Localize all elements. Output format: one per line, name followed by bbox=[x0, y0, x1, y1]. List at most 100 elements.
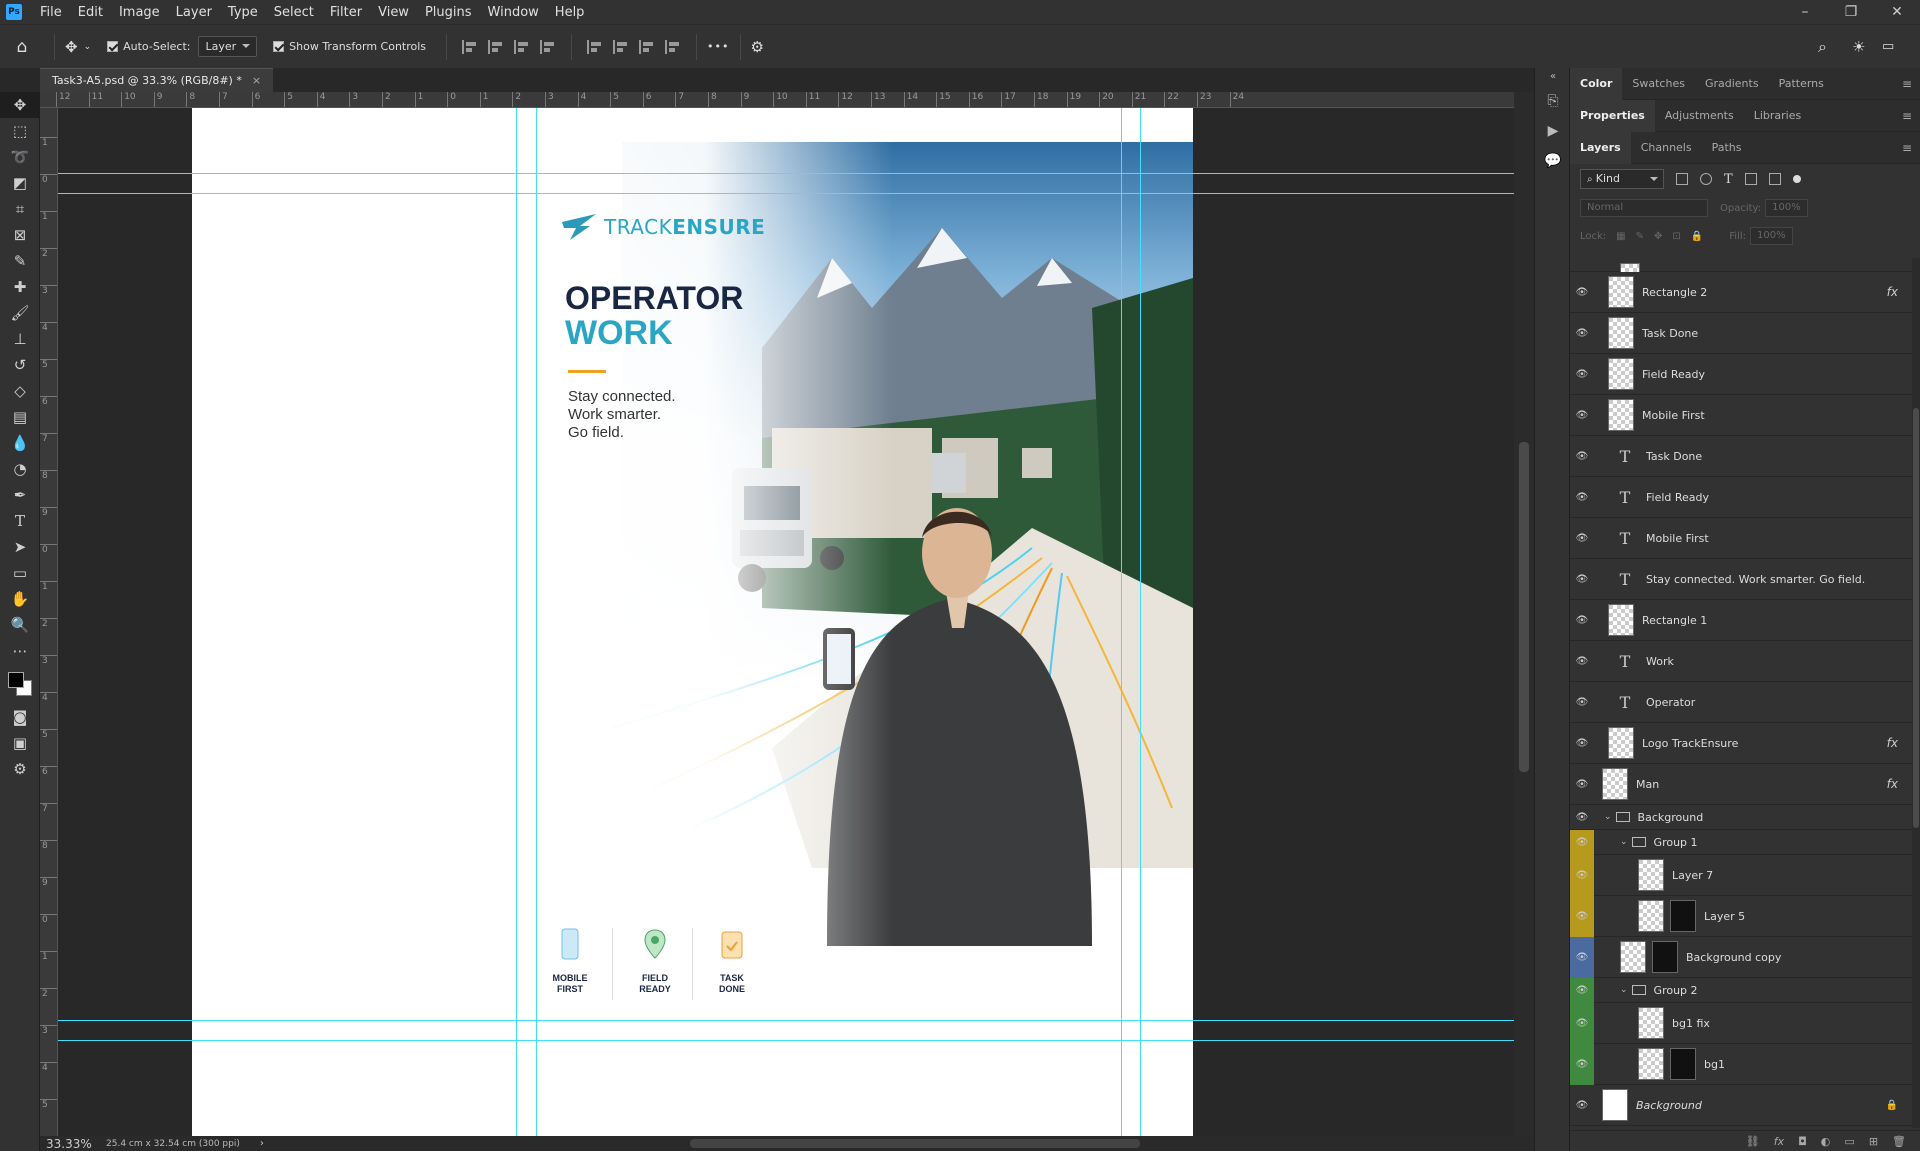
guide-horizontal[interactable] bbox=[58, 193, 1514, 194]
menu-help[interactable]: Help bbox=[547, 5, 593, 20]
layer-name[interactable]: Background bbox=[1636, 1099, 1702, 1112]
restore-button[interactable]: ❐ bbox=[1828, 0, 1874, 24]
move-tool-icon[interactable]: ✥ bbox=[0, 92, 40, 118]
guide-horizontal[interactable] bbox=[58, 1020, 1514, 1021]
align-center-icon[interactable] bbox=[488, 39, 504, 54]
document-tab[interactable]: Task3-A5.psd @ 33.3% (RGB/8#) * × bbox=[40, 68, 274, 92]
path-select-icon[interactable]: ➤ bbox=[0, 534, 40, 560]
artboard[interactable]: TRACKENSURE OPERATOR WORK Stay connected… bbox=[192, 108, 1193, 1136]
foreground-color-swatch[interactable] bbox=[8, 672, 24, 688]
layer-name[interactable]: Background copy bbox=[1686, 951, 1781, 964]
auto-select-target-dropdown[interactable]: Layer bbox=[198, 36, 258, 57]
visibility-eye-icon[interactable]: 👁 bbox=[1570, 395, 1594, 436]
visibility-eye-icon[interactable]: 👁 bbox=[1570, 895, 1594, 937]
guide-horizontal[interactable] bbox=[58, 173, 1514, 174]
ruler-horizontal[interactable]: 12 11 10 9 8 7 6 5 4 3 2 1 0 1 2 3 4 5 6 7 8 9 10 11 12 13 14 15 16 1… bbox=[40, 92, 1534, 108]
gear-icon[interactable]: ⚙ bbox=[751, 38, 764, 56]
layer-row[interactable]: 👁 ⌄ Background bbox=[1570, 805, 1912, 830]
layer-row[interactable]: 👁 T Work bbox=[1570, 641, 1912, 682]
visibility-eye-icon[interactable]: 👁 bbox=[1570, 272, 1594, 313]
layer-mask-thumbnail[interactable] bbox=[1652, 941, 1678, 973]
workspace-icon[interactable]: ▭ bbox=[1882, 39, 1894, 54]
chevron-down-icon[interactable]: ⌄ bbox=[1620, 985, 1628, 995]
zoom-level[interactable]: 33.33% bbox=[40, 1137, 96, 1151]
rectangle-tool-icon[interactable]: ▭ bbox=[0, 560, 40, 586]
align-right-icon[interactable] bbox=[514, 39, 530, 54]
chevron-down-icon[interactable]: ⌄ bbox=[1620, 837, 1628, 847]
minimize-button[interactable]: – bbox=[1782, 0, 1828, 24]
history-brush-icon[interactable]: ↺ bbox=[0, 352, 40, 378]
layer-row[interactable]: 👁 ⌄ Group 1 bbox=[1570, 829, 1912, 855]
layer-effects-icon[interactable]: fx bbox=[1887, 285, 1898, 299]
layer-name[interactable]: Mobile First bbox=[1642, 409, 1705, 422]
tab-gradients[interactable]: Gradients bbox=[1695, 68, 1769, 100]
tab-channels[interactable]: Channels bbox=[1631, 132, 1702, 164]
chevron-down-icon[interactable]: ⌄ bbox=[84, 42, 92, 52]
collapse-icon[interactable]: « bbox=[1535, 68, 1571, 86]
layer-name[interactable]: Layer 7 bbox=[1672, 869, 1713, 882]
home-icon[interactable]: ⌂ bbox=[0, 37, 44, 57]
layer-name[interactable]: Field Ready bbox=[1642, 368, 1705, 381]
healing-brush-icon[interactable]: ✚ bbox=[0, 274, 40, 300]
scrollbar-thumb[interactable] bbox=[1519, 442, 1529, 772]
lasso-tool-icon[interactable]: ➰ bbox=[0, 144, 40, 170]
gradient-tool-icon[interactable]: ▤ bbox=[0, 404, 40, 430]
edit-toolbar-icon[interactable]: ⚙ bbox=[0, 756, 40, 782]
fx-icon[interactable]: fx bbox=[1774, 1135, 1784, 1148]
blend-mode-dropdown[interactable]: Normal bbox=[1580, 199, 1708, 217]
visibility-eye-icon[interactable]: 👁 bbox=[1570, 805, 1594, 830]
layer-row[interactable]: 👁 Mobile First bbox=[1570, 395, 1912, 436]
panel-menu-icon[interactable]: ≡ bbox=[1902, 77, 1912, 91]
visibility-eye-icon[interactable]: 👁 bbox=[1570, 477, 1594, 518]
guide-vertical[interactable] bbox=[1121, 108, 1122, 1136]
layer-name[interactable]: Group 2 bbox=[1654, 984, 1698, 997]
layer-row[interactable]: 👁 T Task Done bbox=[1570, 436, 1912, 477]
document-info[interactable]: 25.4 cm x 32.54 cm (300 ppi) bbox=[96, 1139, 240, 1149]
layer-name[interactable]: Operator bbox=[1646, 696, 1695, 709]
pen-tool-icon[interactable]: ✒ bbox=[0, 482, 40, 508]
menu-layer[interactable]: Layer bbox=[168, 5, 220, 20]
layer-mask-thumbnail[interactable] bbox=[1670, 900, 1696, 932]
layer-row[interactable]: 👁 T Field Ready bbox=[1570, 477, 1912, 518]
guide-vertical[interactable] bbox=[536, 108, 537, 1136]
menu-image[interactable]: Image bbox=[111, 5, 168, 20]
mask-icon[interactable]: ◘ bbox=[1798, 1135, 1807, 1148]
marquee-tool-icon[interactable]: ⬚ bbox=[0, 118, 40, 144]
layer-name[interactable]: Work bbox=[1646, 655, 1674, 668]
lock-all-icon[interactable]: 🔒 bbox=[1691, 231, 1703, 242]
menu-plugins[interactable]: Plugins bbox=[417, 5, 480, 20]
visibility-eye-icon[interactable]: 👁 bbox=[1570, 641, 1594, 682]
guide-vertical[interactable] bbox=[516, 108, 517, 1136]
move-tool-icon[interactable]: ✥ bbox=[65, 38, 78, 56]
scrollbar-thumb[interactable] bbox=[1913, 408, 1919, 828]
layer-name[interactable]: Group 1 bbox=[1654, 836, 1698, 849]
opacity-field[interactable]: 100% bbox=[1765, 199, 1808, 217]
menu-edit[interactable]: Edit bbox=[70, 5, 111, 20]
menu-select[interactable]: Select bbox=[266, 5, 322, 20]
stamp-tool-icon[interactable]: ⊥ bbox=[0, 326, 40, 352]
zoom-tool-icon[interactable]: 🔍 bbox=[0, 612, 40, 638]
layer-name[interactable]: Logo TrackEnsure bbox=[1642, 737, 1738, 750]
visibility-eye-icon[interactable]: 👁 bbox=[1570, 1002, 1594, 1044]
align-left-icon[interactable] bbox=[462, 39, 478, 54]
history-icon[interactable]: ⎘ bbox=[1535, 86, 1571, 116]
layer-row[interactable]: 👁 Man fx bbox=[1570, 764, 1912, 805]
filter-type-icon[interactable]: T bbox=[1724, 172, 1733, 187]
layer-name[interactable]: Man bbox=[1636, 778, 1659, 791]
layer-row[interactable]: 👁 T Operator bbox=[1570, 682, 1912, 723]
visibility-eye-icon[interactable]: 👁 bbox=[1570, 682, 1594, 723]
align-bottom-icon[interactable] bbox=[639, 39, 655, 54]
visibility-eye-icon[interactable]: 👁 bbox=[1570, 723, 1594, 764]
layer-mask-thumbnail[interactable] bbox=[1670, 1048, 1696, 1080]
visibility-eye-icon[interactable]: 👁 bbox=[1570, 436, 1594, 477]
tab-color[interactable]: Color bbox=[1570, 67, 1623, 100]
layer-row[interactable]: 👁 Field Ready bbox=[1570, 354, 1912, 395]
canvas-area[interactable]: TRACKENSURE OPERATOR WORK Stay connected… bbox=[58, 108, 1514, 1136]
layer-row[interactable]: 👁 Rectangle 1 bbox=[1570, 600, 1912, 641]
visibility-eye-icon[interactable]: 👁 bbox=[1570, 764, 1594, 805]
dodge-tool-icon[interactable]: ◔ bbox=[0, 456, 40, 482]
menu-file[interactable]: File bbox=[32, 5, 70, 20]
layer-name[interactable]: bg1 fix bbox=[1672, 1017, 1710, 1030]
layer-row[interactable]: 👁 T Stay connected. Work smarter. Go field… bbox=[1570, 559, 1912, 600]
menu-type[interactable]: Type bbox=[220, 5, 266, 20]
